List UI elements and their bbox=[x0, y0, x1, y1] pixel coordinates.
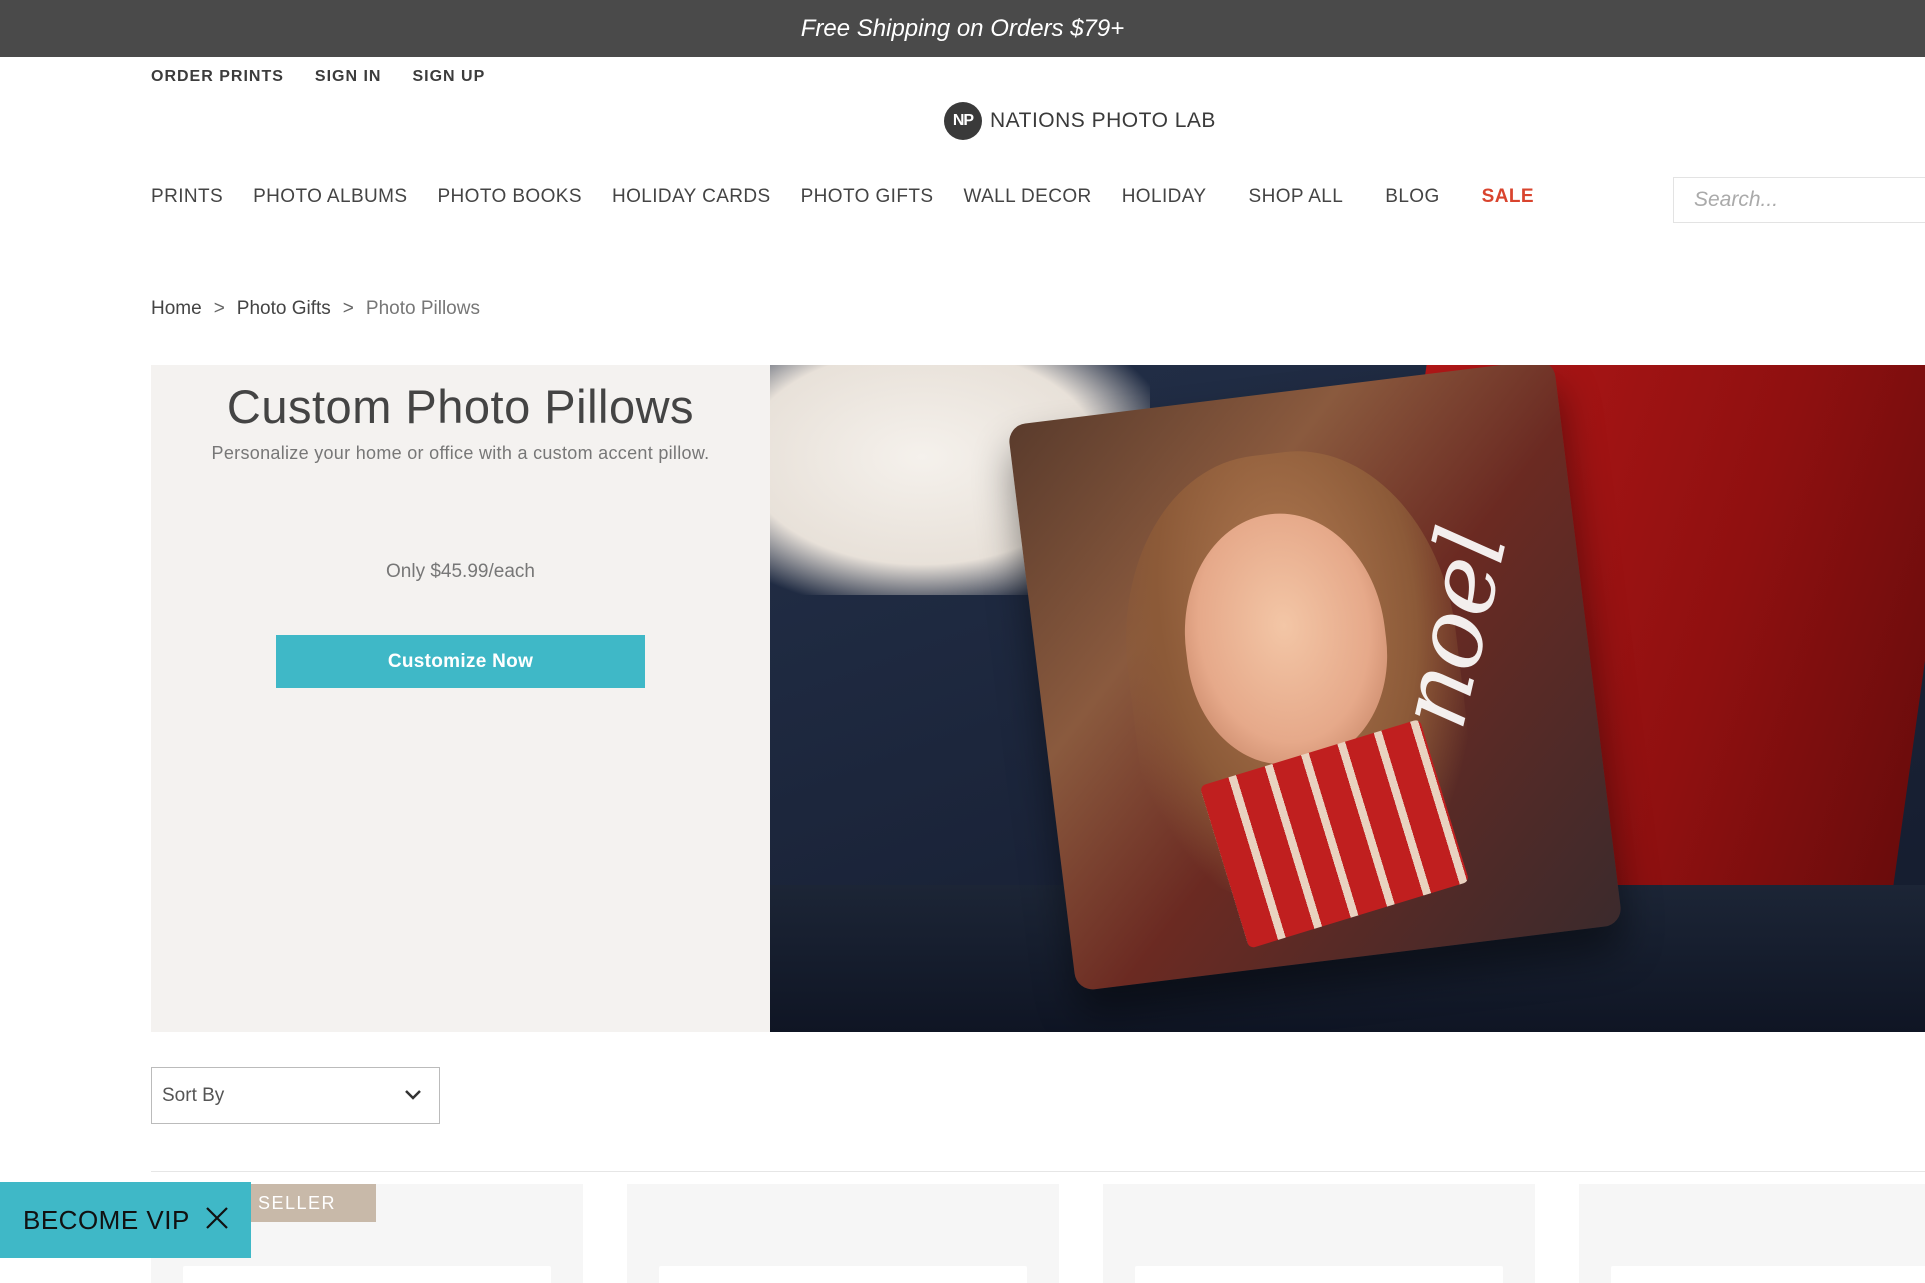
nav-holiday[interactable]: HOLIDAY bbox=[1122, 186, 1207, 208]
breadcrumb: Home > Photo Gifts > Photo Pillows bbox=[151, 298, 480, 320]
become-vip-banner[interactable]: BECOME VIP bbox=[0, 1182, 251, 1258]
hero-banner: Custom Photo Pillows Personalize your ho… bbox=[151, 365, 1925, 1032]
main-navigation: PRINTS PHOTO ALBUMS PHOTO BOOKS HOLIDAY … bbox=[151, 186, 1534, 208]
product-card-thumb bbox=[1135, 1266, 1503, 1283]
customize-now-button[interactable]: Customize Now bbox=[276, 635, 645, 688]
page-title: Custom Photo Pillows bbox=[226, 380, 695, 433]
product-card[interactable] bbox=[1579, 1184, 1925, 1283]
hero-info-panel: Custom Photo Pillows Personalize your ho… bbox=[151, 365, 770, 1032]
site-logo[interactable]: NP NATIONS PHOTO LAB bbox=[944, 102, 1216, 140]
nav-prints[interactable]: PRINTS bbox=[151, 186, 223, 208]
nav-photo-albums[interactable]: PHOTO ALBUMS bbox=[253, 186, 407, 208]
nav-wall-decor[interactable]: WALL DECOR bbox=[963, 186, 1091, 208]
product-card[interactable] bbox=[627, 1184, 1059, 1283]
chevron-down-icon bbox=[404, 1084, 422, 1107]
sort-by-label: Sort By bbox=[162, 1084, 225, 1106]
nav-photo-books[interactable]: PHOTO BOOKS bbox=[437, 186, 581, 208]
nav-photo-gifts[interactable]: PHOTO GIFTS bbox=[801, 186, 934, 208]
nav-sale[interactable]: SALE bbox=[1482, 186, 1534, 208]
search-input[interactable]: Search... bbox=[1673, 177, 1925, 223]
breadcrumb-photo-gifts[interactable]: Photo Gifts bbox=[237, 298, 331, 320]
logo-text: NATIONS PHOTO LAB bbox=[990, 109, 1216, 132]
breadcrumb-separator: > bbox=[213, 298, 225, 319]
order-prints-link[interactable]: ORDER PRINTS bbox=[151, 68, 284, 86]
product-card[interactable] bbox=[1103, 1184, 1535, 1283]
hero-subtitle: Personalize your home or office with a c… bbox=[211, 443, 710, 463]
sign-up-link[interactable]: SIGN UP bbox=[412, 68, 485, 86]
product-card-thumb bbox=[659, 1266, 1027, 1283]
promo-text: Free Shipping on Orders $79+ bbox=[800, 14, 1125, 42]
sign-in-link[interactable]: SIGN IN bbox=[315, 68, 382, 86]
hero-product-image: noel bbox=[770, 365, 1925, 1032]
sort-by-dropdown[interactable]: Sort By bbox=[151, 1067, 440, 1124]
section-divider bbox=[151, 1171, 1925, 1172]
product-card-thumb bbox=[183, 1266, 551, 1283]
logo-mark-icon: NP bbox=[944, 102, 982, 140]
hero-price: Only $45.99/each bbox=[386, 561, 535, 582]
photo-pillow: noel bbox=[1007, 365, 1623, 992]
account-links: ORDER PRINTS SIGN IN SIGN UP bbox=[151, 68, 485, 86]
breadcrumb-separator: > bbox=[342, 298, 354, 319]
nav-shop-all[interactable]: SHOP ALL bbox=[1249, 186, 1344, 208]
close-icon[interactable] bbox=[205, 1203, 229, 1235]
breadcrumb-home[interactable]: Home bbox=[151, 298, 202, 320]
breadcrumb-current: Photo Pillows bbox=[365, 298, 480, 319]
promo-banner: Free Shipping on Orders $79+ bbox=[0, 0, 1925, 57]
become-vip-label: BECOME VIP bbox=[23, 1204, 190, 1235]
product-card-thumb bbox=[1611, 1266, 1925, 1283]
nav-blog[interactable]: BLOG bbox=[1385, 186, 1439, 208]
nav-holiday-cards[interactable]: HOLIDAY CARDS bbox=[612, 186, 771, 208]
